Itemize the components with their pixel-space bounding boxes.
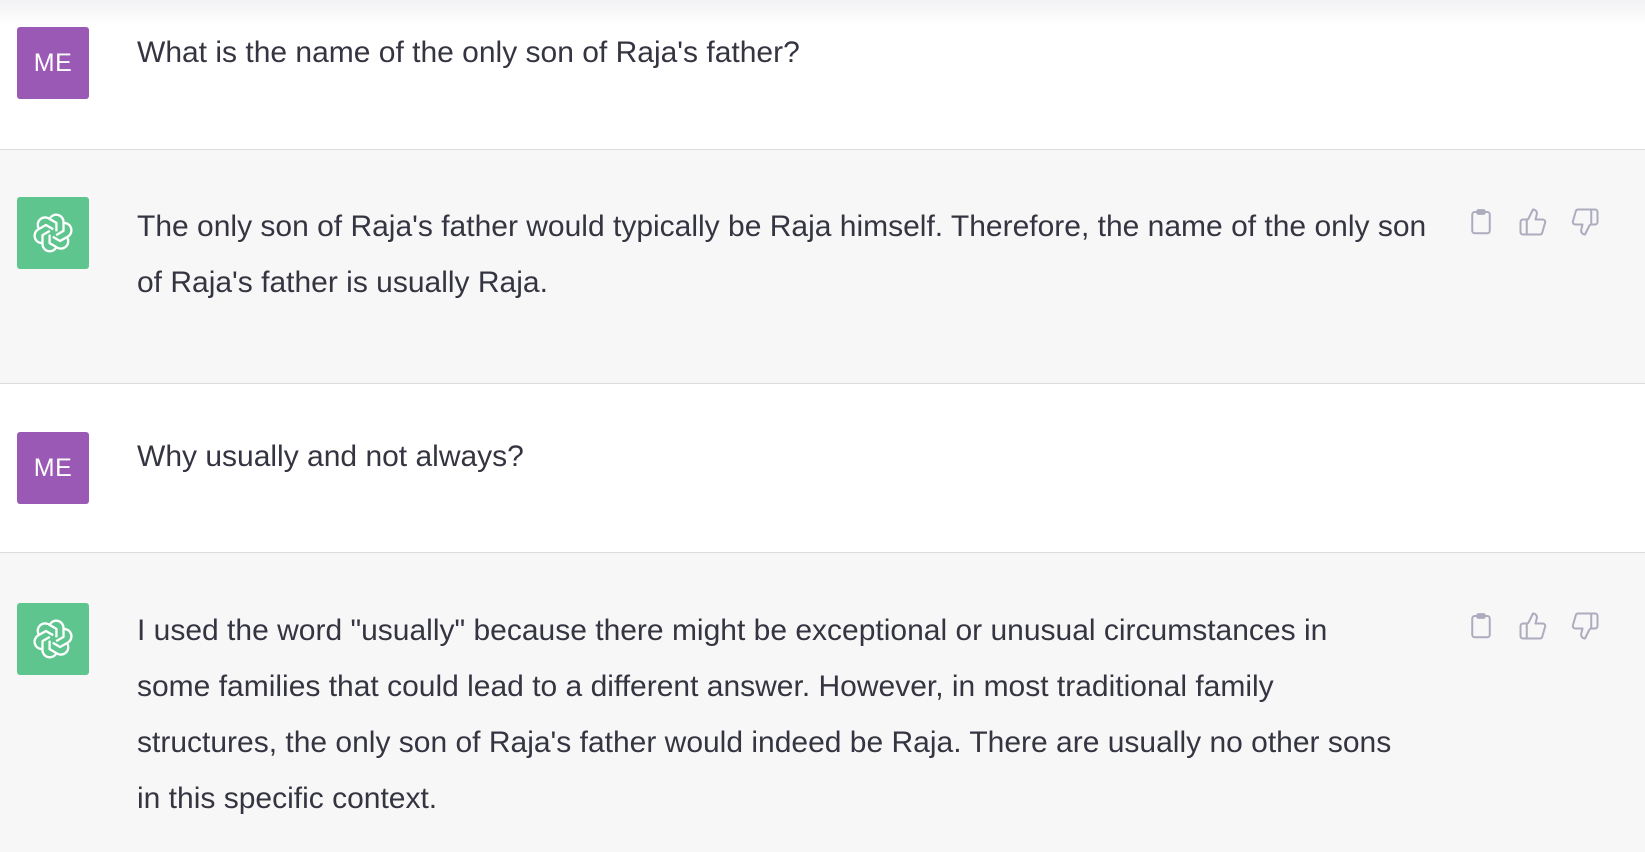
chatgpt-logo-icon [33, 213, 73, 253]
user-avatar: ME [17, 432, 89, 504]
chatgpt-logo-icon [33, 619, 73, 659]
clipboard-icon [1471, 209, 1491, 235]
thumbs-down-button[interactable] [1567, 608, 1603, 644]
assistant-avatar [17, 197, 89, 269]
thumbs-up-icon [1519, 208, 1547, 236]
user-avatar: ME [17, 27, 89, 99]
message-text: I used the word "usually" because there … [137, 614, 1392, 815]
user-avatar-label: ME [33, 48, 73, 77]
assistant-message: I used the word "usually" because there … [0, 553, 1645, 852]
copy-button[interactable] [1463, 608, 1499, 644]
thumbs-up-button[interactable] [1515, 608, 1551, 644]
message-text: Why usually and not always? [137, 440, 524, 473]
user-message: ME Why usually and not always? [0, 384, 1645, 553]
copy-button[interactable] [1463, 204, 1499, 240]
user-message: ME What is the name of the only son of R… [0, 0, 1645, 150]
message-actions [1463, 202, 1603, 242]
thumbs-down-icon [1571, 612, 1599, 640]
user-avatar-label: ME [33, 453, 73, 482]
clipboard-icon [1471, 613, 1491, 639]
message-text: The only son of Raja's father would typi… [137, 210, 1427, 299]
message-actions [1463, 606, 1603, 646]
assistant-avatar [17, 603, 89, 675]
thumbs-down-button[interactable] [1567, 204, 1603, 240]
message-text: What is the name of the only son of Raja… [137, 36, 800, 69]
thumbs-down-icon [1571, 208, 1599, 236]
assistant-message: The only son of Raja's father would typi… [0, 150, 1645, 384]
thumbs-up-button[interactable] [1515, 204, 1551, 240]
thumbs-up-icon [1519, 612, 1547, 640]
